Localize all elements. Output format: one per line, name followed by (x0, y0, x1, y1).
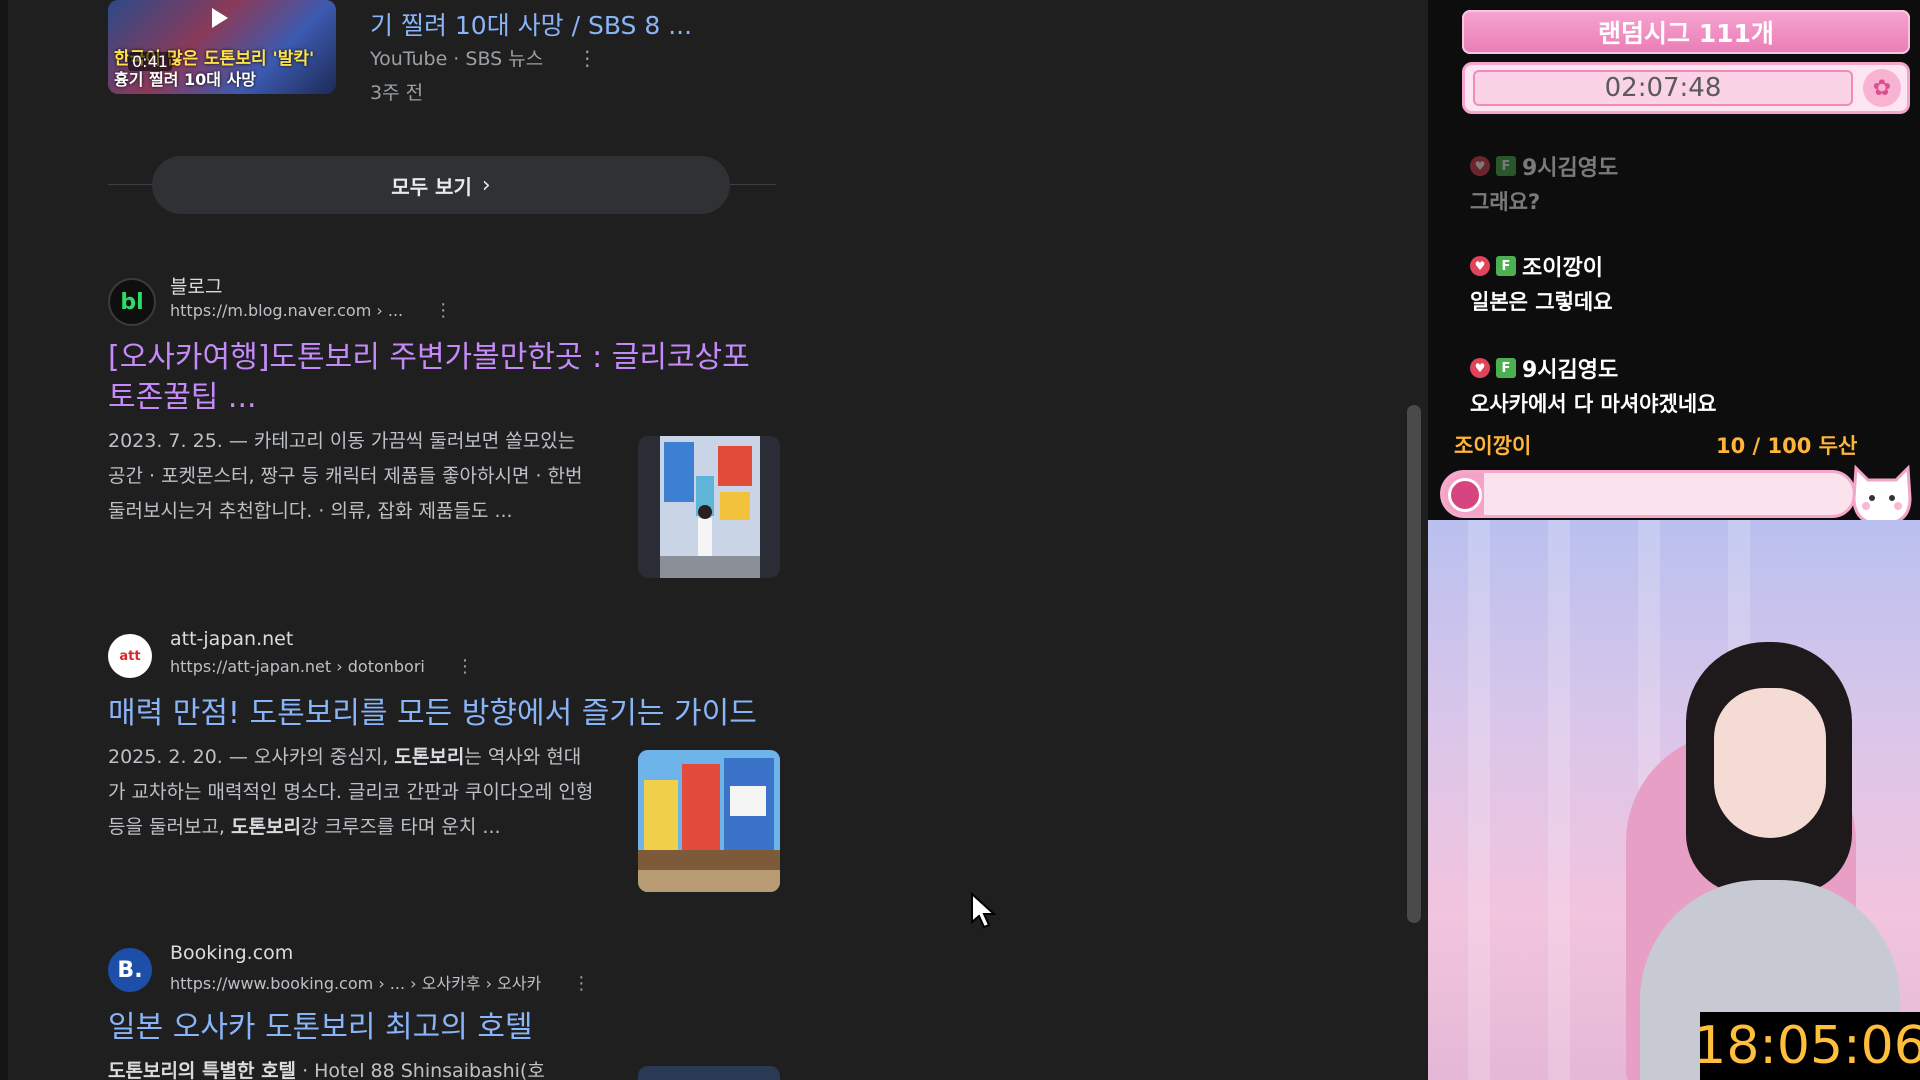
thumbnail-photo (660, 436, 760, 578)
snippet-text: 2025. 2. 20. — 오사카의 중심지, (108, 746, 395, 768)
subscriber-badge-icon: ♥ (1470, 256, 1490, 276)
chat-message: ♥ F 9시김영도 그래요? (1470, 150, 1890, 216)
fan-badge-icon: F (1496, 256, 1516, 276)
stream-timer: 02:07:48 (1473, 70, 1853, 106)
play-icon (212, 8, 228, 28)
streamer-face (1714, 688, 1826, 838)
result-site-name: att-japan.net (170, 628, 294, 650)
video-thumb-caption-bottom: 흉기 찔려 10대 사망 (114, 70, 257, 89)
snippet-text: 강 크루즈를 타며 운치 ... (300, 816, 501, 838)
divider-left (108, 184, 156, 185)
timer-box: 02:07:48 ✿ (1462, 62, 1910, 114)
goal-marker-icon (1448, 478, 1482, 512)
result-source-row[interactable]: B. Booking.com https://www.booking.com ›… (108, 942, 778, 1000)
fan-badge-icon: F (1496, 156, 1516, 176)
search-result-att-japan: att att-japan.net https://att-japan.net … (108, 628, 780, 892)
goal-progress-bar (1440, 470, 1856, 518)
result-snippet: 2025. 2. 20. — 오사카의 중심지, 도톤보리는 역사와 현대가 교… (108, 740, 598, 845)
result-url-text: https://www.booking.com › ... › 오사카후 › 오… (170, 974, 542, 993)
more-vert-icon[interactable]: ⋮ (434, 300, 452, 321)
stream-clock: 18:05:06 (1693, 1012, 1920, 1080)
scrollbar-thumb[interactable] (1407, 405, 1421, 923)
result-url: https://att-japan.net › dotonbori ⋮ (170, 656, 474, 677)
result-snippet: 2023. 7. 25. — 카테고리 이동 가끔씩 둘러보면 쏠모있는 공간 … (108, 430, 583, 522)
snippet-bold: 도톤보리 (394, 746, 465, 768)
thumbnail-photo (638, 750, 780, 892)
result-thumbnail-image[interactable] (638, 436, 780, 578)
more-vert-icon[interactable]: ⋮ (572, 973, 590, 994)
chat-username: 조이깡이 (1522, 256, 1603, 281)
chat-user-row: ♥ F 조이깡이 (1470, 250, 1890, 282)
chevron-right-icon: › (481, 172, 491, 198)
chat-user-row: ♥ F 9시김영도 (1470, 150, 1890, 182)
naver-blog-favicon-icon: bl (108, 278, 156, 326)
result-site-name: 블로그 (170, 276, 223, 298)
video-meta: YouTube · SBS 뉴스 ⋮ (370, 44, 597, 71)
webcam-feed (1428, 520, 1920, 1080)
result-title-link[interactable]: [오사카여행]도톤보리 주변가볼만한곳 : 글리코상포토존꿀팁 ... (108, 338, 768, 418)
result-thumbnail-image[interactable] (638, 1066, 780, 1080)
chat-username: 9시김영도 (1522, 156, 1619, 181)
background-stripe (1548, 520, 1570, 1080)
mouse-pointer-icon (971, 892, 997, 929)
result-title-link[interactable]: 일본 오사카 도톤보리 최고의 호텔 (108, 1008, 768, 1048)
chat-text: 일본은 그렇데요 (1470, 290, 1613, 314)
chat-username: 9시김영도 (1522, 358, 1619, 383)
chat-text: 그래요? (1470, 190, 1541, 214)
result-url: https://m.blog.naver.com › ... ⋮ (170, 300, 452, 321)
video-thumbnail[interactable]: 한국이 많은 도톤보리 '발칵' 0:41 흉기 찔려 10대 사망 (108, 0, 336, 94)
chat-user-row: ♥ F 9시김영도 (1470, 352, 1890, 384)
goal-count: 10 / 100 두산 (1716, 434, 1858, 458)
goal-user: 조이깡이 (1454, 434, 1532, 458)
result-site-name: Booking.com (170, 942, 294, 964)
search-result-booking: B. Booking.com https://www.booking.com ›… (108, 942, 780, 1080)
snippet-bold: 도톤보리 (231, 816, 301, 838)
chat-message: ♥ F 조이깡이 일본은 그렇데요 (1470, 250, 1890, 316)
att-japan-favicon-icon: att (108, 634, 152, 678)
booking-favicon-icon: B. (108, 948, 152, 992)
result-source-row[interactable]: bl 블로그 https://m.blog.naver.com › ... ⋮ (108, 272, 778, 330)
search-result-blog: bl 블로그 https://m.blog.naver.com › ... ⋮ … (108, 272, 780, 578)
video-title-link[interactable]: 기 찔려 10대 사망 / SBS 8 ... (370, 6, 692, 42)
paw-icon: ✿ (1863, 69, 1901, 107)
see-all-label: 모두 보기 (391, 174, 472, 199)
stream-overlay-panel: 랜덤시그 111개 02:07:48 ✿ ♥ F 9시김영도 그래요? ♥ F … (1428, 0, 1920, 1080)
result-url-text: https://m.blog.naver.com › ... (170, 301, 404, 320)
result-title-link[interactable]: 매력 만점! 도톤보리를 모든 방향에서 즐기는 가이드 (108, 694, 768, 734)
chat-text: 오사카에서 다 마셔야겠네요 (1470, 392, 1717, 416)
divider-right (728, 184, 776, 185)
subscriber-badge-icon: ♥ (1470, 358, 1490, 378)
snippet-text: · Hotel 88 Shinsaibashi(호 (296, 1060, 545, 1080)
snippet-bold: 도톤보리의 특별한 호텔 (108, 1060, 297, 1080)
result-thumbnail-image[interactable] (638, 750, 780, 892)
random-signal-banner: 랜덤시그 111개 (1462, 10, 1910, 54)
left-edge (0, 0, 8, 1080)
subscriber-badge-icon: ♥ (1470, 156, 1490, 176)
video-age: 3주 전 (370, 82, 424, 104)
result-source-row[interactable]: att att-japan.net https://att-japan.net … (108, 628, 778, 686)
more-vert-icon[interactable]: ⋮ (577, 46, 597, 70)
result-url: https://www.booking.com › ... › 오사카후 › 오… (170, 970, 590, 994)
search-results-pane: 한국이 많은 도톤보리 '발칵' 0:41 흉기 찔려 10대 사망 기 찔려 … (0, 0, 1410, 1080)
video-source: YouTube · SBS 뉴스 (370, 48, 544, 70)
result-snippet: 도톤보리의 특별한 호텔 · Hotel 88 Shinsaibashi(호 (108, 1054, 598, 1080)
result-url-text: https://att-japan.net › dotonbori (170, 657, 425, 676)
background-stripe (1468, 520, 1490, 1080)
chat-message: ♥ F 9시김영도 오사카에서 다 마셔야겠네요 (1470, 352, 1890, 418)
see-all-button[interactable]: 모두 보기 › (152, 156, 730, 214)
more-vert-icon[interactable]: ⋮ (456, 656, 474, 677)
fan-badge-icon: F (1496, 358, 1516, 378)
